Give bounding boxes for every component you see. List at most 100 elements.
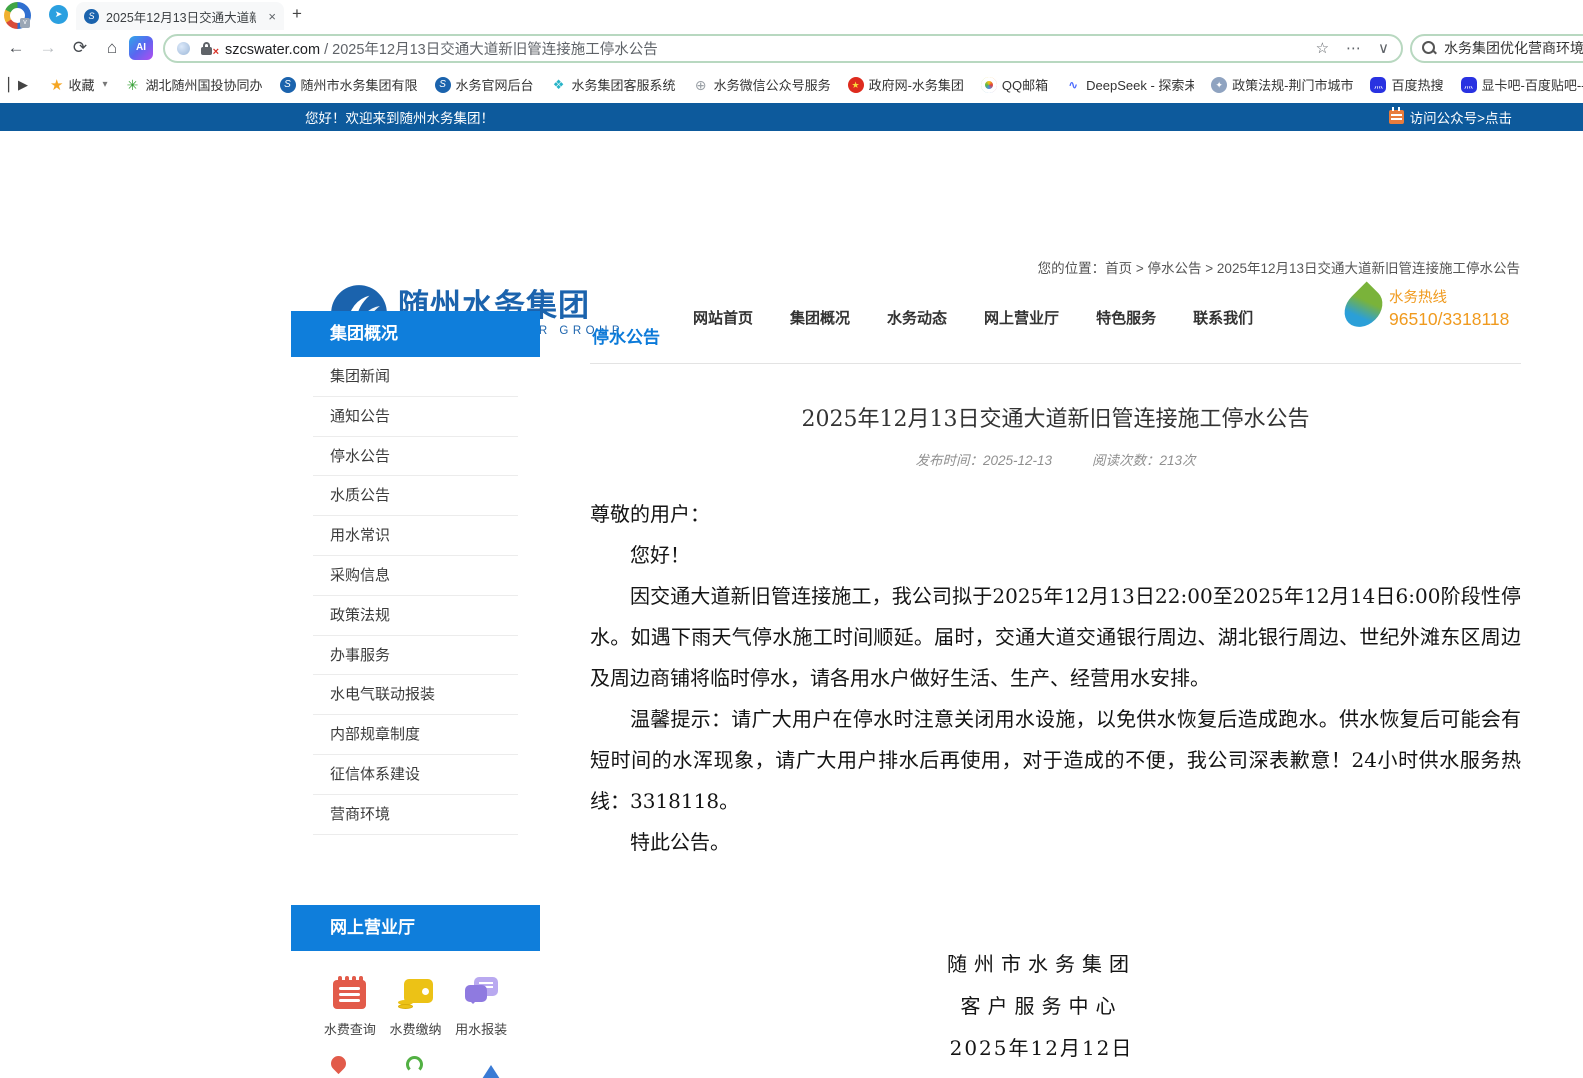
sidebar-item-procurement[interactable]: 采购信息	[313, 556, 518, 596]
sidebar-section-online-hall: 网上营业厅	[291, 905, 540, 951]
browser-window: v ➤ S 2025年12月13日交通大道新 × + ← → ⟳ ⌂ AI × …	[0, 0, 1583, 1078]
sidebar-item-business-environment[interactable]: 营商环境	[313, 795, 518, 835]
coins-icon	[398, 1004, 413, 1009]
service-water-fee-payment[interactable]: 水费缴纳	[383, 975, 449, 1038]
sidebar-item-internal-rules[interactable]: 内部规章制度	[313, 715, 518, 755]
bookmark-item[interactable]: ✳湖北随州国投协同办	[125, 75, 263, 94]
insecure-lock-icon[interactable]: ×	[200, 41, 216, 55]
tab-strip: v ➤ S 2025年12月13日交通大道新 × +	[0, 0, 1583, 30]
bookmark-item[interactable]: S随州市水务集团有限	[280, 75, 418, 94]
bookmarks-bar: ▏▶ ★ 收藏 ▾ ✳湖北随州国投协同办 S随州市水务集团有限 S水务官网后台 …	[0, 66, 1583, 103]
sidebar-menu: 集团新闻 通知公告 停水公告 水质公告 用水常识 采购信息 政策法规 办事服务 …	[291, 357, 540, 835]
telegram-icon[interactable]: ➤	[49, 5, 68, 24]
bookmark-favicon-icon: 灬	[1461, 77, 1477, 93]
browser-toolbar: ← → ⟳ ⌂ AI × szcswater.com / 2025年12月13日…	[0, 30, 1583, 66]
sidebar-item-utility-joint-install[interactable]: 水电气联动报装	[313, 675, 518, 715]
bookmark-item[interactable]: 灬百度热搜	[1370, 75, 1443, 94]
sidebar-item-group-news[interactable]: 集团新闻	[313, 357, 518, 397]
url-host: szcswater.com	[225, 42, 320, 58]
bookmark-favicon-icon: ★	[848, 77, 864, 93]
hotline-label: 水务热线	[1389, 286, 1509, 307]
site-orb-icon[interactable]	[177, 42, 190, 55]
service-water-install[interactable]: 用水报装	[448, 975, 514, 1038]
sidebar-item-water-outage-notices[interactable]: 停水公告	[313, 437, 518, 477]
more-actions-icon[interactable]: ⋯	[1346, 39, 1361, 57]
divider	[590, 363, 1521, 364]
sidebar-toggle-icon[interactable]: ▏▶	[8, 77, 28, 93]
breadcrumb-home-link[interactable]: 首页	[1105, 261, 1132, 276]
article-signature: 随州市水务集团 客户服务中心 2025年12月12日	[576, 943, 1507, 1069]
bookmark-star-icon[interactable]: ☆	[1316, 39, 1329, 57]
bookmark-item[interactable]: S水务官网后台	[435, 75, 534, 94]
bookmark-item[interactable]: 灬显卡吧-百度贴吧--三	[1461, 75, 1583, 94]
bookmark-favicon-icon: ✳	[125, 77, 141, 93]
page-title: 停水公告	[590, 311, 1521, 363]
bookmark-item[interactable]: ∿DeepSeek - 探索未	[1065, 75, 1194, 94]
location-pin-icon[interactable]	[328, 1052, 349, 1073]
welcome-text: 您好！欢迎来到随州水务集团！	[305, 107, 494, 127]
bookmark-favicon-icon: 灬	[1370, 77, 1386, 93]
article-body: 尊敬的用户： 您好！ 因交通大道新旧管连接施工，我公司拟于2025年12月13日…	[590, 494, 1521, 863]
address-bar[interactable]: × szcswater.com / 2025年12月13日交通大道新旧管连接施工…	[163, 34, 1403, 63]
tab-close-icon[interactable]: ×	[268, 9, 276, 24]
breadcrumb-current: 2025年12月13日交通大道新旧管连接施工停水公告	[1217, 261, 1520, 276]
sidebar-item-services[interactable]: 办事服务	[313, 636, 518, 676]
bookmark-favicon-icon: ✦	[1211, 77, 1227, 93]
notebook-icon	[333, 980, 366, 1009]
breadcrumb-category-link[interactable]: 停水公告	[1148, 261, 1202, 276]
favorites-star-icon: ★	[50, 76, 63, 94]
bookmark-favicon-icon: S	[435, 77, 451, 93]
url-text[interactable]: szcswater.com / 2025年12月13日交通大道新旧管连接施工停水…	[225, 38, 658, 59]
ai-assistant-button[interactable]: AI	[129, 36, 153, 60]
sidebar-item-credit-system[interactable]: 征信体系建设	[313, 755, 518, 795]
bookmark-favicon-icon: S	[280, 77, 296, 93]
active-tab[interactable]: S 2025年12月13日交通大道新 ×	[76, 2, 284, 30]
service-shortcuts-row2	[291, 1038, 540, 1078]
paragraph: 温馨提示：请广大用户在停水时注意关闭用水设施，以免供水恢复后造成跑水。供水恢复后…	[590, 699, 1521, 822]
bookmark-item[interactable]: ✦政策法规-荆门市城市	[1211, 75, 1353, 94]
favorites-caret-icon: ▾	[102, 79, 107, 90]
sidebar-item-notices[interactable]: 通知公告	[313, 397, 518, 437]
bookmark-item[interactable]: ⊕水务微信公众号服务	[693, 75, 831, 94]
home-button[interactable]: ⌂	[96, 38, 128, 58]
bookmark-favicon-icon: ∿	[1065, 77, 1081, 93]
forward-button[interactable]: →	[32, 38, 64, 58]
signature-date: 2025年12月12日	[576, 1027, 1507, 1069]
search-input[interactable]: 水务集团优化营商环境创	[1410, 34, 1583, 63]
breadcrumb-prefix: 您的位置：	[1038, 261, 1106, 276]
dropdown-chevron-icon[interactable]: ∨	[1378, 39, 1389, 57]
up-triangle-icon[interactable]	[482, 1056, 500, 1078]
sidebar-item-water-quality[interactable]: 水质公告	[313, 476, 518, 516]
wechat-account-link[interactable]: 访问公众号>点击	[1389, 107, 1512, 127]
service-water-fee-query[interactable]: 水费查询	[317, 975, 383, 1038]
calendar-icon	[1389, 110, 1404, 124]
paragraph: 特此公告。	[590, 822, 1521, 863]
service-shortcuts: 水费查询 水费缴纳 用水报装	[291, 951, 540, 1038]
sidebar-item-water-knowledge[interactable]: 用水常识	[313, 516, 518, 556]
refresh-circle-icon[interactable]	[406, 1056, 423, 1073]
new-tab-button[interactable]: +	[292, 4, 302, 24]
breadcrumb: 您的位置：首页 > 停水公告 > 2025年12月13日交通大道新旧管连接施工停…	[1038, 257, 1520, 277]
article-meta: 发布时间：2025-12-13阅读次数：213次	[590, 449, 1521, 469]
paragraph: 因交通大道新旧管连接施工，我公司拟于2025年12月13日22:00至2025年…	[590, 576, 1521, 699]
bookmark-item[interactable]: ❖水务集团客服系统	[551, 75, 676, 94]
paragraph: 您好！	[590, 535, 1521, 576]
welcome-banner: 您好！欢迎来到随州水务集团！ 访问公众号>点击	[0, 103, 1583, 131]
sidebar-item-policies[interactable]: 政策法规	[313, 596, 518, 636]
article-content: 停水公告 2025年12月13日交通大道新旧管连接施工停水公告 发布时间：202…	[590, 311, 1521, 1069]
search-query-text: 水务集团优化营商环境创	[1444, 38, 1583, 58]
bookmark-favicon-icon: ❖	[551, 77, 567, 93]
bookmark-favicon-icon	[981, 77, 997, 93]
tab-title: 2025年12月13日交通大道新	[106, 7, 256, 26]
bookmark-item[interactable]: ★政府网-水务集团	[848, 75, 964, 94]
signature-dept: 客户服务中心	[576, 985, 1507, 1027]
signature-org: 随州市水务集团	[576, 943, 1507, 985]
publish-time: 发布时间：2025-12-13	[915, 453, 1052, 468]
bookmark-item[interactable]: QQ邮箱	[981, 75, 1048, 94]
url-path: / 2025年12月13日交通大道新旧管连接施工停水公告	[320, 42, 658, 58]
browser-logo-badge: v	[20, 18, 30, 28]
reload-button[interactable]: ⟳	[64, 38, 96, 58]
back-button[interactable]: ←	[0, 38, 32, 58]
favorites-button[interactable]: ★ 收藏 ▾	[50, 75, 108, 94]
bookmark-favicon-icon: ⊕	[693, 77, 709, 93]
